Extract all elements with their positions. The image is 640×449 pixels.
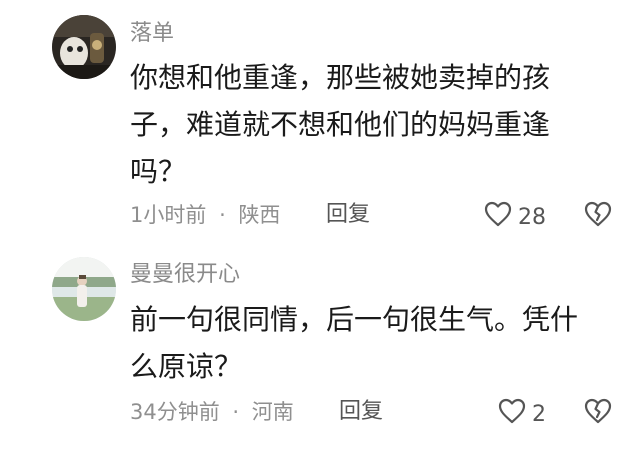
avatar[interactable] [52, 257, 116, 321]
comment-item: 落单 你想和他重逢，那些被她卖掉的孩子，难道就不想和他们的妈妈重逢吗？ 1小时前… [0, 0, 640, 240]
timestamp: 1小时前 [130, 203, 207, 227]
dislike-button[interactable] [584, 398, 612, 428]
comment-meta: 1小时前 · 陕西 [130, 201, 280, 229]
like-count: 28 [518, 205, 546, 230]
separator-dot: · [232, 400, 240, 424]
reply-button[interactable]: 回复 [326, 201, 370, 229]
comment-item: 曼曼很开心 前一句很同情，后一句很生气。凭什么原谅？ 34分钟前 · 河南 回复… [0, 240, 640, 449]
comment-text: 前一句很同情，后一句很生气。凭什么原谅？ [130, 303, 579, 383]
location: 河南 [251, 400, 294, 424]
like-button[interactable]: 2 [498, 398, 546, 432]
location: 陕西 [238, 203, 281, 227]
heart-icon [484, 201, 512, 235]
avatar[interactable] [52, 15, 116, 79]
dislike-button[interactable] [584, 201, 612, 231]
like-button[interactable]: 28 [484, 201, 546, 235]
broken-heart-icon [584, 398, 612, 428]
separator-dot: · [219, 203, 226, 227]
heart-icon [498, 398, 526, 432]
comment-text: 你想和他重逢，那些被她卖掉的孩子，难道就不想和他们的妈妈重逢吗？ [130, 61, 551, 188]
username[interactable]: 落单 [130, 19, 174, 49]
comment-meta: 34分钟前 · 河南 [130, 398, 294, 426]
like-count: 2 [532, 402, 546, 427]
broken-heart-icon [584, 201, 612, 231]
reply-button[interactable]: 回复 [339, 398, 383, 426]
username[interactable]: 曼曼很开心 [130, 260, 240, 290]
timestamp: 34分钟前 [130, 400, 220, 424]
